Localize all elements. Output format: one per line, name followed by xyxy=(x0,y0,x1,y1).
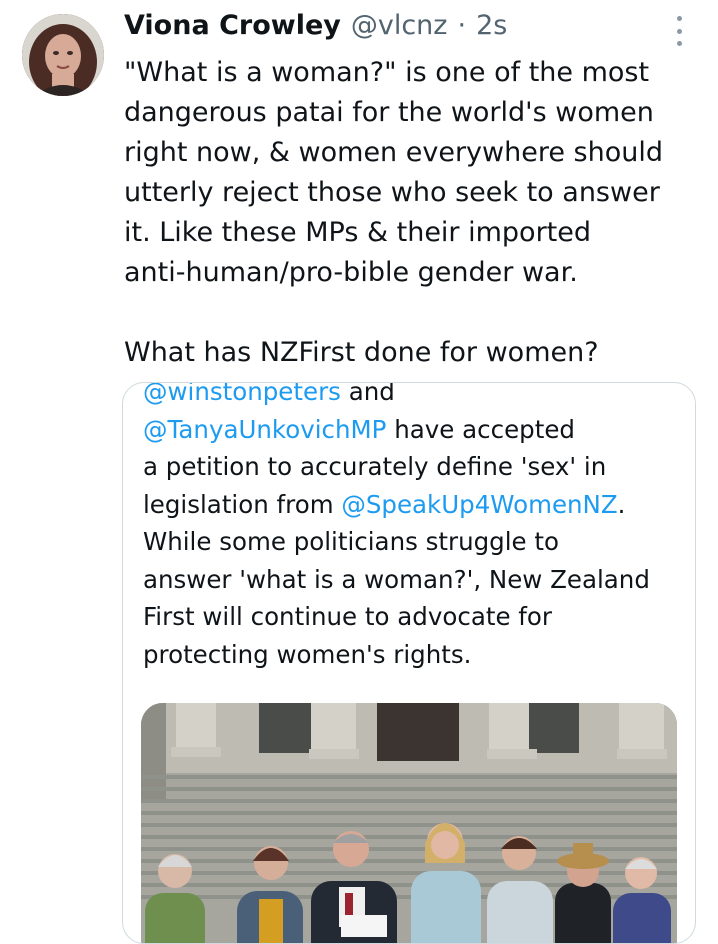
separator-dot: · xyxy=(457,10,467,41)
quote-fragment: have accepted xyxy=(386,414,575,444)
tweet-line: utterly reject those who seek to answer xyxy=(124,177,660,208)
quoted-photo[interactable] xyxy=(141,703,677,943)
quote-line: a petition to accurately define 'sex' in xyxy=(143,452,607,481)
tweet-line: anti-human/pro-bible gender war. xyxy=(124,257,578,288)
quote-fragment: legislation from xyxy=(143,489,342,519)
tweet-line: What has NZFirst done for women? xyxy=(124,337,599,368)
quote-line: @TanyaUnkovichMP have accepted xyxy=(143,411,683,449)
avatar[interactable] xyxy=(22,14,104,96)
quote-line: answer 'what is a woman?', New Zealand xyxy=(143,564,650,594)
mention-speakup4womennz[interactable]: @SpeakUp4WomenNZ xyxy=(341,490,617,519)
mention-winstonpeters[interactable]: @winstonpeters xyxy=(143,383,341,406)
timestamp[interactable]: 2s xyxy=(476,10,507,41)
tweet-header: Viona Crowley @vlcnz · 2s xyxy=(124,10,507,50)
quote-fragment: and xyxy=(340,382,395,406)
quote-line: @winstonpeters and xyxy=(143,382,683,411)
more-vertical-icon[interactable] xyxy=(668,16,690,46)
quoted-tweet-card[interactable]: @winstonpeters and @TanyaUnkovichMP have… xyxy=(122,382,696,944)
tweet-line: right now, & women everywhere should xyxy=(124,137,663,168)
author-name[interactable]: Viona Crowley xyxy=(124,10,341,41)
mention-tanyaunkovichmp[interactable]: @TanyaUnkovichMP xyxy=(143,415,386,444)
avatar-image xyxy=(22,14,104,96)
tweet-line: dangerous patai for the world's women xyxy=(124,97,654,128)
group-photo xyxy=(141,703,677,943)
quote-fragment: . xyxy=(617,489,626,519)
author-handle[interactable]: @vlcnz xyxy=(351,10,448,41)
quoted-tweet-text: @winstonpeters and @TanyaUnkovichMP have… xyxy=(143,382,683,673)
quote-line: First will continue to advocate for xyxy=(143,602,552,631)
quote-line: While some politicians struggle to xyxy=(143,527,559,556)
tweet-line: it. Like these MPs & their imported xyxy=(124,217,592,248)
tweet-line: "What is a woman?" is one of the most xyxy=(124,57,650,88)
tweet-text: "What is a woman?" is one of the most da… xyxy=(124,53,694,373)
quote-line: protecting women's rights. xyxy=(143,639,472,669)
quote-line: legislation from @SpeakUp4WomenNZ. xyxy=(143,486,683,524)
